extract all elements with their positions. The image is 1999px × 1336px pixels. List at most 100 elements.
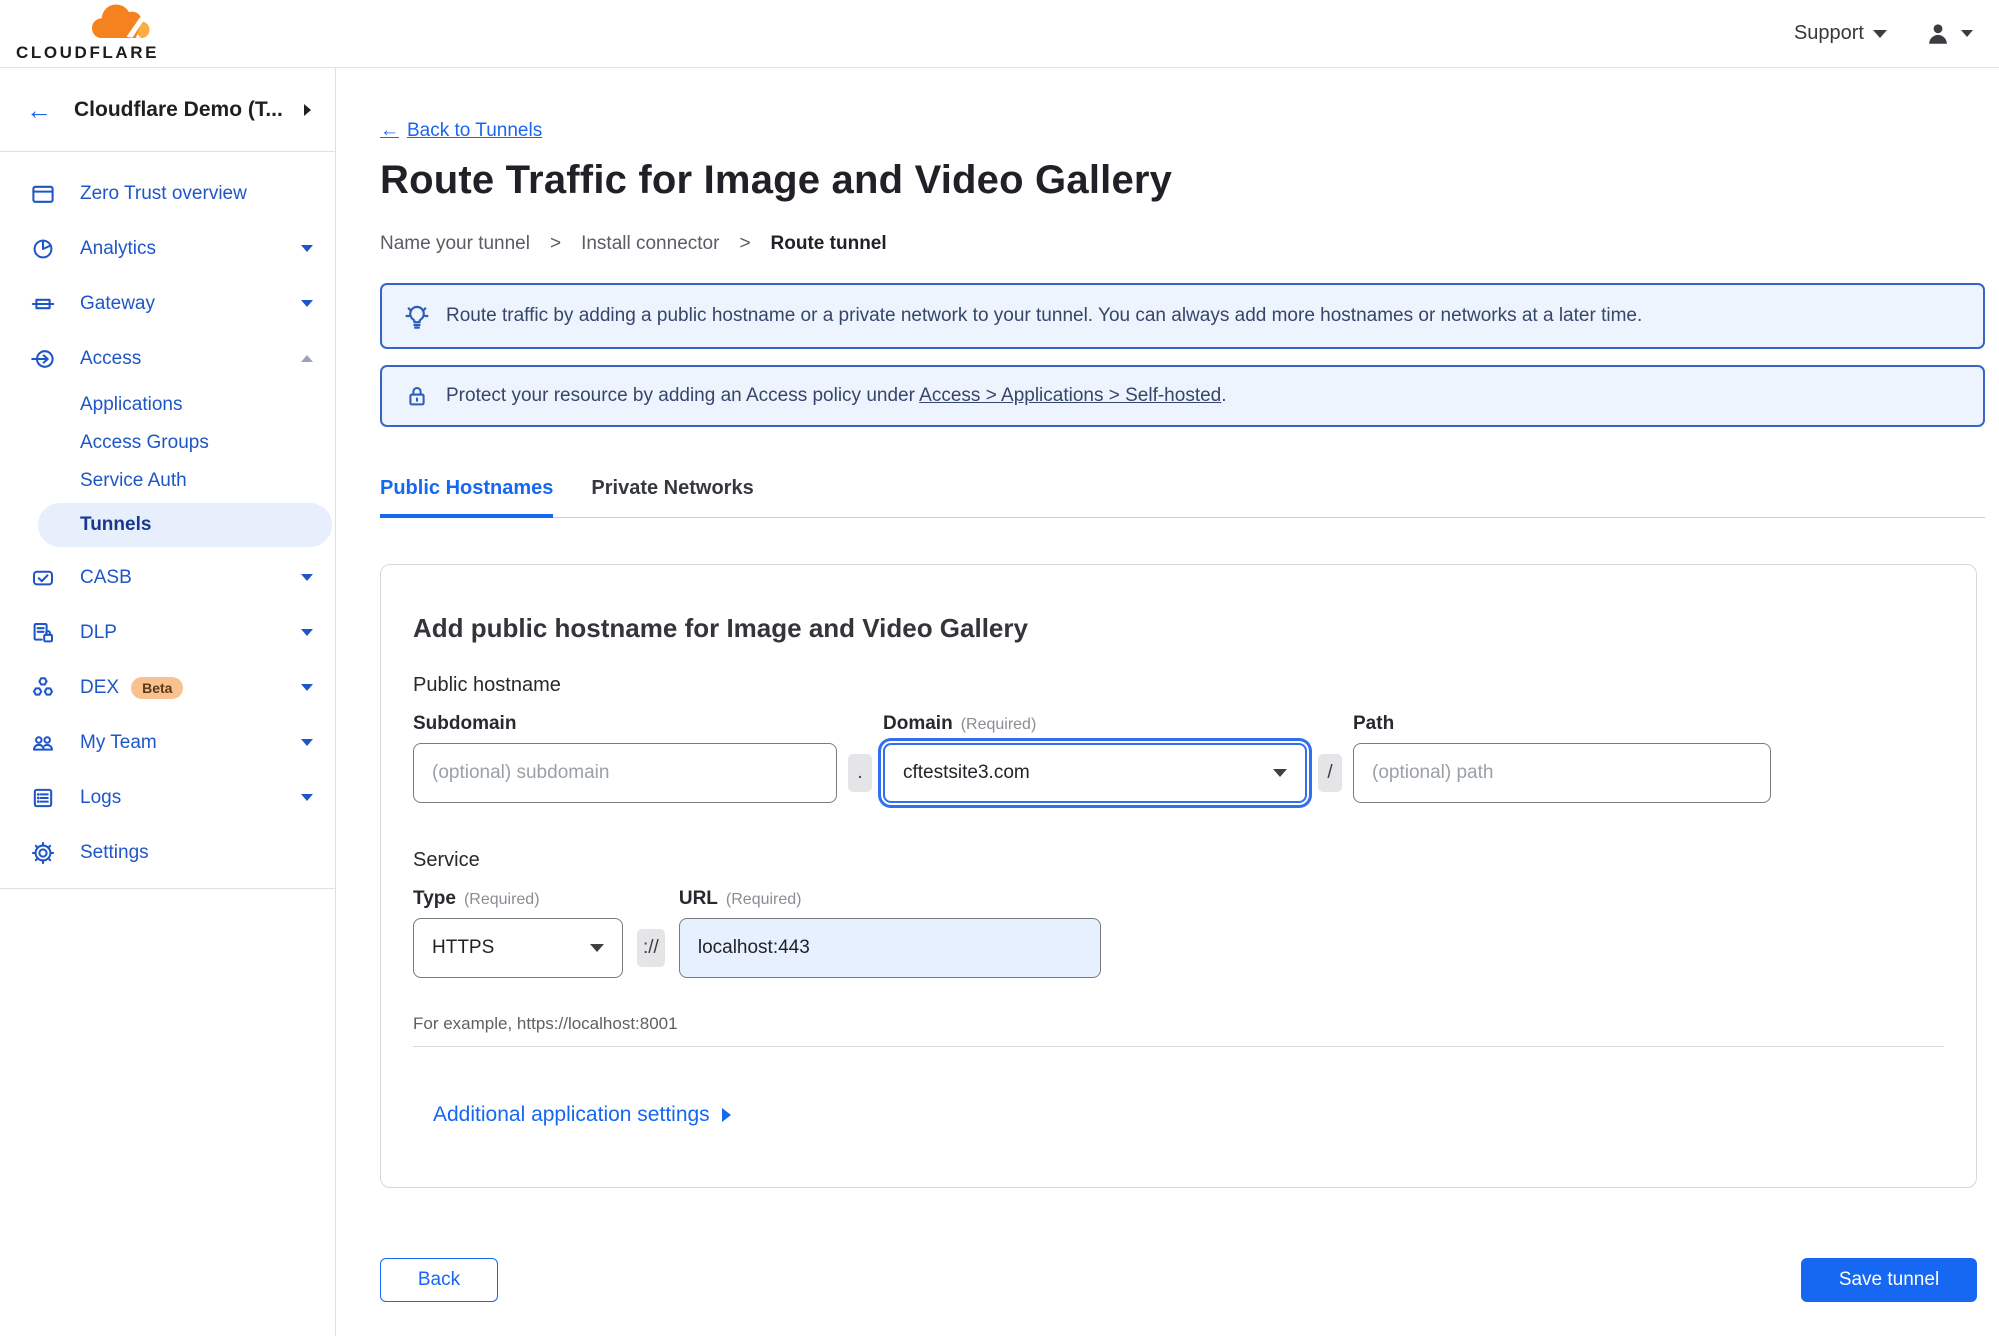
chevron-down-icon [301,574,313,581]
people-icon [30,730,56,756]
support-label: Support [1793,22,1864,44]
sidebar-item-service-auth[interactable]: Service Auth [0,462,335,500]
banner-text: Protect your resource by adding an Acces… [446,385,1227,406]
top-bar: CLOUDFLARE Support [0,0,1999,68]
back-button[interactable]: Back [380,1258,498,1302]
service-type-select[interactable]: HTTPS [413,918,623,978]
service-type-value: HTTPS [432,937,495,958]
sidebar: ← Cloudflare Demo (T... Zero Trust overv… [0,68,336,1336]
back-arrow-icon[interactable]: ← [26,97,52,123]
user-menu[interactable] [1925,21,1973,47]
domain-selected-value: cftestsite3.com [903,762,1030,783]
banner-text: Route traffic by adding a public hostnam… [446,305,1643,326]
service-url-input[interactable] [678,918,1101,978]
sidebar-item-dex[interactable]: DEX Beta [0,660,335,715]
sidebar-item-logs[interactable]: Logs [0,770,335,825]
step-install-connector[interactable]: Install connector [581,233,719,255]
sidebar-item-applications[interactable]: Applications [0,386,335,424]
required-hint: (Required) [725,891,802,908]
support-menu[interactable]: Support [1794,22,1887,45]
url-example-hint: For example, https://localhost:8001 [413,1014,678,1033]
type-label: Type [413,888,456,909]
chevron-down-icon [590,944,604,952]
access-policy-link[interactable]: Access > Applications > Self-hosted [919,385,1221,406]
sidebar-item-my-team[interactable]: My Team [0,715,335,770]
add-public-hostname-card: Add public hostname for Image and Video … [380,564,1977,1188]
additional-application-settings-toggle[interactable]: Additional application settings [433,1103,731,1127]
chevron-down-icon [1873,29,1887,38]
tab-public-hostnames[interactable]: Public Hostnames [380,477,554,518]
chevron-down-icon [301,300,313,307]
sidebar-item-casb[interactable]: CASB [0,550,335,605]
chevron-right-icon [721,1108,731,1122]
list-icon [30,785,56,811]
chevron-down-icon [1273,769,1287,777]
sidebar-item-zero-trust-overview[interactable]: Zero Trust overview [0,166,335,221]
public-hostname-section-label: Public hostname [413,674,561,696]
chevron-down-icon [301,629,313,636]
sidebar-item-settings[interactable]: Settings [0,825,335,880]
breadcrumb-steps: Name your tunnel > Install connector > R… [380,233,1985,255]
sidebar-item-gateway[interactable]: Gateway [0,276,335,331]
save-tunnel-button[interactable]: Save tunnel [1801,1258,1977,1302]
back-to-tunnels-link[interactable]: ← Back to Tunnels [380,120,542,142]
card-divider [413,1046,1944,1047]
tab-private-networks[interactable]: Private Networks [591,477,753,517]
user-icon [1929,23,1947,44]
window-icon [30,181,56,207]
chevron-right-icon [304,103,311,116]
account-name: Cloudflare Demo (T... [74,97,283,121]
back-arrow-icon: ← [380,120,399,141]
lock-icon [404,384,430,408]
page-title: Route Traffic for Image and Video Galler… [380,158,1173,202]
step-separator: > [549,233,562,254]
chevron-down-icon [301,684,313,691]
required-hint: (Required) [960,716,1037,733]
path-input[interactable] [1353,743,1771,803]
cloudflare-logo[interactable]: CLOUDFLARE [16,4,168,63]
cloudflare-cloud-icon [91,4,150,39]
lightbulb-icon [404,303,430,329]
chevron-down-icon [301,794,313,801]
chevron-down-icon [301,739,313,746]
step-name-your-tunnel[interactable]: Name your tunnel [380,233,530,255]
scheme-separator: :// [637,929,665,967]
dot-separator: . [848,754,872,792]
path-label: Path [1353,713,1395,734]
sidebar-item-tunnels[interactable]: Tunnels [38,503,332,547]
service-section-label: Service [413,849,480,871]
main-content: ← Back to Tunnels Route Traffic for Imag… [336,68,1999,1336]
sidebar-item-dlp[interactable]: DLP [0,605,335,660]
sidebar-item-access[interactable]: Access [0,331,335,386]
document-lock-icon [30,620,56,646]
account-switcher[interactable]: ← Cloudflare Demo (T... [0,68,335,152]
gear-icon [30,840,56,866]
step-separator: > [739,233,751,254]
subdomain-input[interactable] [413,743,837,803]
tab-bar: Public Hostnames Private Networks [380,477,1985,518]
chevron-up-icon [301,355,313,362]
footer-actions: Back Save tunnel [380,1258,1985,1302]
info-banner-route-traffic: Route traffic by adding a public hostnam… [380,283,1985,349]
info-banner-access-policy: Protect your resource by adding an Acces… [380,365,1985,427]
pie-chart-icon [30,236,56,262]
url-label: URL [678,888,718,909]
chevron-down-icon [301,245,313,252]
sidebar-nav: Zero Trust overview Analytics Gateway Ac… [0,152,335,889]
access-icon [30,346,56,372]
slash-separator: / [1318,754,1342,792]
casb-icon [30,565,56,591]
chevron-down-icon [1961,30,1973,37]
card-title: Add public hostname for Image and Video … [413,613,1028,643]
gateway-icon [30,291,56,317]
step-route-tunnel: Route tunnel [770,233,887,254]
sidebar-item-analytics[interactable]: Analytics [0,221,335,276]
required-hint: (Required) [463,891,540,908]
domain-label: Domain [883,713,953,734]
sidebar-item-access-groups[interactable]: Access Groups [0,424,335,462]
domain-select[interactable]: cftestsite3.com [883,743,1307,803]
beta-badge: Beta [131,676,184,699]
sidebar-divider [0,888,335,889]
subdomain-label: Subdomain [413,713,517,734]
hexagons-icon [30,675,56,701]
